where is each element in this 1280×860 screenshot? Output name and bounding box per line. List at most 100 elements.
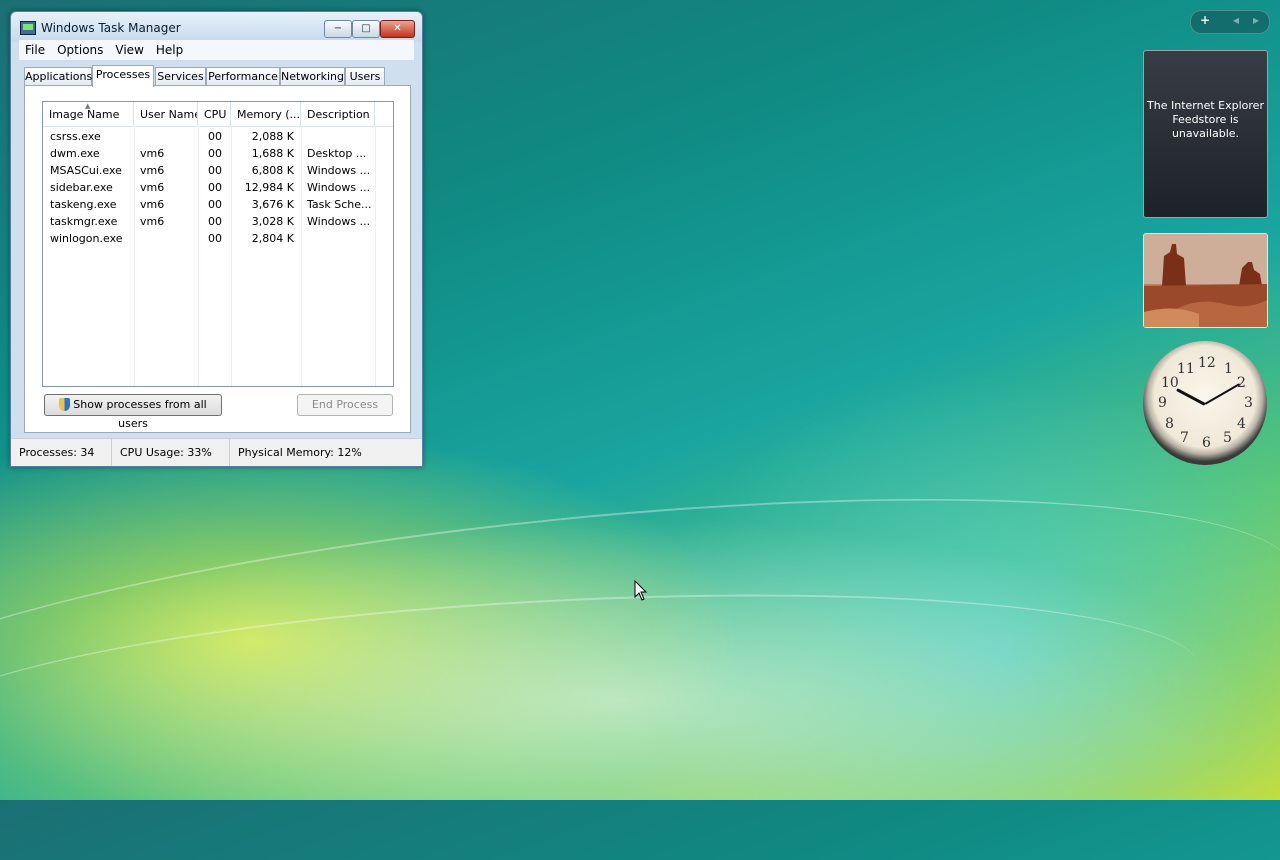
add-gadget-button[interactable]: +	[1200, 13, 1210, 27]
clock-number: 6	[1202, 435, 1211, 451]
clock-number: 1	[1224, 361, 1233, 377]
menu-bar: File Options View Help	[19, 40, 414, 60]
tab-applications[interactable]: Applications	[24, 67, 92, 86]
cell-description: Task Sche...	[307, 198, 372, 211]
menu-view[interactable]: View	[109, 40, 149, 60]
process-list[interactable]: ▲ Image Name User Name CPU Memory (... De…	[42, 101, 394, 387]
clock-number: 11	[1177, 361, 1195, 377]
tab-processes[interactable]: Processes	[92, 65, 154, 87]
table-row[interactable]: taskmgr.exe vm6 00 3,028 K Windows ...	[43, 213, 393, 230]
list-header: ▲ Image Name User Name CPU Memory (... De…	[43, 102, 393, 127]
clock-number: 5	[1223, 430, 1232, 446]
cell-user-name	[140, 128, 196, 145]
column-memory[interactable]: Memory (...	[231, 102, 301, 126]
cell-cpu: 00	[208, 130, 222, 143]
tab-users[interactable]: Users	[345, 67, 385, 86]
cell-description: Windows ...	[307, 164, 371, 177]
tab-networking[interactable]: Networking	[280, 67, 345, 86]
cell-memory: 3,676 K	[251, 198, 294, 211]
clock-number: 9	[1158, 395, 1167, 411]
sidebar-controls: + ◂ ▸	[1190, 10, 1270, 34]
table-row[interactable]: sidebar.exe vm6 00 12,984 K Windows ...	[43, 179, 393, 196]
cell-memory: 1,688 K	[251, 147, 294, 160]
show-all-processes-button[interactable]: Show processes from all users	[44, 394, 222, 430]
clock-number: 8	[1165, 416, 1174, 432]
window-title: Windows Task Manager	[41, 21, 181, 35]
column-cpu[interactable]: CPU	[198, 102, 231, 126]
wallpaper-swoosh	[0, 566, 1205, 836]
cell-user-name	[140, 230, 196, 247]
cell-image-name: taskmgr.exe	[50, 215, 118, 228]
feed-error-message: The Internet Explorer Feedstore is unava…	[1147, 99, 1264, 140]
clock-gadget[interactable]: 12 1 2 3 4 5 6 7 8 9 10 11	[1143, 341, 1267, 465]
cell-image-name: taskeng.exe	[50, 198, 117, 211]
table-row[interactable]: taskeng.exe vm6 00 3,676 K Task Sche...	[43, 196, 393, 213]
cell-cpu: 00	[208, 181, 222, 194]
cell-image-name: csrss.exe	[50, 130, 101, 143]
maximize-button[interactable]: □	[352, 20, 380, 38]
cell-cpu: 00	[208, 164, 222, 177]
table-row[interactable]: MSASCui.exe vm6 00 6,808 K Windows ...	[43, 162, 393, 179]
menu-help[interactable]: Help	[150, 40, 189, 60]
cell-cpu: 00	[208, 232, 222, 245]
cell-image-name: dwm.exe	[50, 147, 100, 160]
monument-valley-photo	[1144, 234, 1267, 327]
task-manager-window: Windows Task Manager − □ ✕ File Options Vi…	[10, 11, 423, 467]
cell-user-name: vm6	[140, 198, 165, 211]
status-physical-memory: Physical Memory: 12%	[238, 446, 362, 459]
minimize-button[interactable]: −	[324, 20, 352, 38]
cell-memory: 6,808 K	[251, 164, 294, 177]
cell-user-name: vm6	[140, 215, 165, 228]
menu-options[interactable]: Options	[51, 40, 109, 60]
task-manager-icon	[20, 21, 36, 35]
column-description[interactable]: Description	[301, 102, 375, 126]
table-row[interactable]: dwm.exe vm6 00 1,688 K Desktop ...	[43, 145, 393, 162]
cell-memory: 2,804 K	[251, 232, 294, 245]
column-image-name[interactable]: ▲ Image Name	[43, 102, 134, 126]
cell-cpu: 00	[208, 215, 222, 228]
processes-panel: ▲ Image Name User Name CPU Memory (... De…	[24, 85, 411, 433]
next-page-button[interactable]: ▸	[1253, 13, 1259, 27]
status-cpu-usage: CPU Usage: 33%	[112, 439, 230, 466]
previous-page-button[interactable]: ◂	[1233, 13, 1239, 27]
cell-memory: 2,088 K	[251, 130, 294, 143]
clock-hour-hand	[1176, 388, 1206, 406]
tab-performance[interactable]: Performance	[206, 67, 280, 86]
cell-memory: 12,984 K	[244, 181, 294, 194]
slideshow-gadget[interactable]	[1143, 233, 1268, 328]
tab-services[interactable]: Services	[155, 67, 206, 86]
cell-description: Windows ...	[307, 181, 371, 194]
clock-number: 7	[1180, 430, 1189, 446]
cell-user-name: vm6	[140, 181, 165, 194]
table-row[interactable]: winlogon.exe 00 2,804 K	[43, 230, 393, 247]
clock-number: 4	[1237, 416, 1246, 432]
cell-description	[307, 230, 373, 247]
sort-ascending-icon: ▲	[85, 102, 91, 110]
menu-file[interactable]: File	[19, 40, 51, 60]
cell-image-name: winlogon.exe	[50, 232, 123, 245]
cell-image-name: sidebar.exe	[50, 181, 113, 194]
cell-description	[307, 128, 373, 145]
show-all-processes-label: Show processes from all users	[73, 398, 207, 430]
cell-image-name: MSASCui.exe	[50, 164, 122, 177]
cell-user-name: vm6	[140, 164, 165, 177]
status-processes: Processes: 34	[11, 439, 112, 466]
cell-memory: 3,028 K	[251, 215, 294, 228]
cell-cpu: 00	[208, 198, 222, 211]
cell-user-name: vm6	[140, 147, 165, 160]
table-row[interactable]: csrss.exe 00 2,088 K	[43, 128, 393, 145]
column-user-name[interactable]: User Name	[134, 102, 198, 126]
cell-description: Desktop ...	[307, 147, 367, 160]
cell-cpu: 00	[208, 147, 222, 160]
clock-number: 12	[1198, 355, 1216, 371]
feed-headlines-gadget[interactable]: The Internet Explorer Feedstore is unava…	[1143, 50, 1268, 218]
wallpaper-swoosh	[0, 442, 1280, 860]
title-bar[interactable]: Windows Task Manager − □ ✕	[11, 12, 422, 42]
cell-description: Windows ...	[307, 215, 371, 228]
mouse-pointer-icon	[634, 580, 648, 601]
end-process-button[interactable]: End Process	[297, 394, 393, 416]
clock-minute-hand	[1204, 383, 1241, 405]
close-button[interactable]: ✕	[380, 20, 415, 38]
uac-shield-icon	[59, 398, 71, 411]
status-bar: Processes: 34 CPU Usage: 33% Physical Me…	[11, 438, 422, 466]
